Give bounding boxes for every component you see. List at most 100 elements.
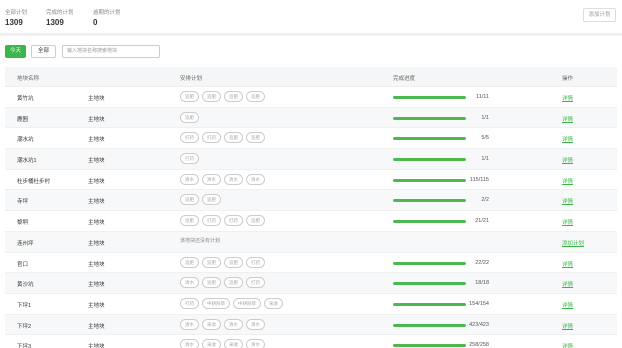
plan-tag[interactable]: 采收 — [202, 318, 221, 330]
today-button[interactable]: 今天 — [5, 44, 26, 58]
plot-type: 主地块 — [88, 178, 105, 185]
table-row: 寺坪 主地块 追肥 追肥 2/2 详情 — [5, 190, 617, 212]
progress-bar — [393, 199, 466, 203]
plan-tag[interactable]: 追肥 — [224, 256, 243, 268]
plan-tag[interactable]: 打药 — [224, 215, 243, 227]
plan-tag[interactable]: 追肥 — [202, 91, 221, 102]
plan-tag[interactable]: 追肥 — [202, 194, 221, 206]
progress-fill — [393, 96, 466, 99]
details-link[interactable]: 详情 — [562, 197, 573, 205]
plot-name: 潮水坑 — [17, 137, 34, 144]
plot-table: 地块名称 安排计划 完成进度 操作 黄竹坑 主地块 追肥 追肥 追肥 追肥 11/11 详情鹿… — [5, 67, 617, 348]
plan-tag[interactable]: 清水 — [246, 339, 265, 348]
plan-tags: 清水 采收 清水 清水 — [180, 318, 265, 330]
table-row: 杜步桶杜步村 主地块 清水 清水 清水 清水 115/115 详情 — [5, 169, 617, 191]
plan-tag[interactable]: 清水 — [246, 173, 265, 185]
progress-fill — [393, 158, 466, 162]
plan-tag[interactable]: 追肥 — [180, 256, 199, 268]
table-row: 连州坪 主地块 该地块还没有计划 添加计划 — [5, 231, 617, 253]
plan-tag[interactable]: 追肥 — [180, 91, 199, 102]
progress-count: 115/115 — [469, 176, 489, 183]
plan-tag[interactable]: 追肥 — [180, 194, 199, 206]
plan-tag[interactable]: 采收 — [202, 339, 221, 348]
plan-tag[interactable]: 清水 — [180, 277, 199, 289]
table-row: 潮水坑 主地块 打药 打药 追肥 追肥 5/5 详情 — [5, 128, 617, 150]
add-plan-button[interactable]: 添加计划 — [583, 8, 616, 22]
stats-header: 全部计划 1309 完成的计划 1309 逾期的计划 0 添加计划 — [0, 0, 622, 33]
plan-tag[interactable]: 追肥 — [202, 277, 221, 289]
column-header-plan: 安排计划 — [180, 76, 203, 82]
plan-tag[interactable]: 中耕除草 — [202, 297, 230, 309]
details-link[interactable]: 详情 — [562, 342, 573, 348]
plan-tag[interactable]: 追肥 — [246, 91, 265, 102]
plan-tags: 打药 中耕除草 中耕除草 采收 — [180, 297, 283, 309]
plan-tag[interactable]: 追肥 — [246, 215, 265, 227]
table-row: 黎垌 主地块 追肥 打药 打药 追肥 21/21 详情 — [5, 211, 617, 232]
plan-tag[interactable]: 清水 — [180, 318, 199, 330]
plot-name: 下坪3 — [17, 344, 32, 348]
plan-tag[interactable]: 追肥 — [224, 132, 243, 144]
plan-tag[interactable]: 打药 — [202, 132, 221, 144]
plot-type: 主地块 — [88, 137, 105, 144]
table-row: 官口 主地块 追肥 追肥 追肥 打药 22/22 详情 — [5, 252, 617, 274]
plan-tag[interactable]: 追肥 — [180, 215, 199, 227]
details-link[interactable]: 详情 — [562, 322, 573, 330]
details-link[interactable]: 详情 — [562, 218, 573, 226]
search-input[interactable]: 输入地块名称搜索地块 — [62, 44, 161, 58]
plot-name: 潮水坑1 — [17, 158, 37, 165]
progress-fill — [393, 137, 466, 141]
plan-tag[interactable]: 采收 — [224, 339, 243, 348]
plan-tag[interactable]: 清水 — [180, 339, 199, 348]
plan-tag[interactable]: 追肥 — [224, 277, 243, 289]
plan-tag[interactable]: 中耕除草 — [233, 297, 261, 309]
plan-tags: 追肥 追肥 — [180, 194, 221, 206]
plot-type: 主地块 — [88, 344, 105, 348]
plan-tag[interactable]: 追肥 — [202, 256, 221, 268]
plan-tag[interactable]: 追肥 — [180, 111, 199, 123]
plot-name: 寺坪 — [17, 199, 29, 206]
progress-count: 1/1 — [481, 156, 489, 163]
details-link[interactable]: 详情 — [562, 177, 573, 185]
stat-overdue-value: 0 — [93, 18, 98, 27]
stat-total: 全部计划 1309 — [5, 8, 27, 27]
plan-tag[interactable]: 清水 — [224, 173, 243, 185]
table-header: 地块名称 安排计划 完成进度 操作 — [5, 67, 617, 87]
plan-tags: 追肥 追肥 追肥 打药 — [180, 256, 265, 268]
progress-fill — [393, 302, 466, 306]
progress-fill — [393, 178, 466, 182]
no-plan-note: 该地块还没有计划 — [180, 237, 221, 244]
plan-tag[interactable]: 采收 — [264, 297, 283, 309]
stat-overdue: 逾期的计划 0 — [93, 8, 121, 27]
plan-tag[interactable]: 清水 — [180, 173, 199, 185]
table-row: 黄沙坑 主地块 清水 追肥 追肥 打药 18/18 详情 — [5, 273, 617, 294]
plan-tag[interactable]: 追肥 — [246, 132, 265, 144]
plot-name: 黄沙坑 — [17, 282, 34, 289]
plan-tag[interactable]: 清水 — [224, 318, 243, 330]
progress-count: 5/5 — [481, 135, 489, 142]
add-plan-link[interactable]: 添加计划 — [562, 239, 584, 247]
plan-tag[interactable]: 打药 — [246, 277, 265, 289]
all-button[interactable]: 全部 — [31, 44, 57, 58]
plan-tag[interactable]: 打药 — [246, 256, 265, 268]
plan-tag[interactable]: 清水 — [202, 173, 221, 185]
details-link[interactable]: 详情 — [562, 280, 573, 288]
details-link[interactable]: 详情 — [562, 115, 573, 123]
progress-fill — [393, 323, 466, 327]
plot-type: 主地块 — [88, 282, 105, 289]
stat-completed-value: 1309 — [46, 18, 64, 27]
details-link[interactable]: 详情 — [562, 260, 573, 268]
plan-tag[interactable]: 打药 — [202, 215, 221, 227]
plot-name: 黎垌 — [17, 220, 29, 227]
plan-tag[interactable]: 打药 — [180, 132, 199, 144]
plan-tag[interactable]: 打药 — [180, 297, 199, 309]
plan-tag[interactable]: 打药 — [180, 153, 199, 165]
details-link[interactable]: 详情 — [562, 94, 573, 102]
details-link[interactable]: 详情 — [562, 135, 573, 143]
table-body: 黄竹坑 主地块 追肥 追肥 追肥 追肥 11/11 详情 鹿囿 主地块 追肥 1/1 详情 潮水坑 主地块打… — [5, 87, 617, 348]
progress-count: 21/21 — [475, 218, 489, 225]
plan-tag[interactable]: 追肥 — [224, 91, 243, 102]
details-link[interactable]: 详情 — [562, 156, 573, 164]
plan-tags: 追肥 追肥 追肥 追肥 — [180, 91, 265, 102]
plan-tag[interactable]: 清水 — [246, 318, 265, 330]
details-link[interactable]: 详情 — [562, 301, 573, 309]
